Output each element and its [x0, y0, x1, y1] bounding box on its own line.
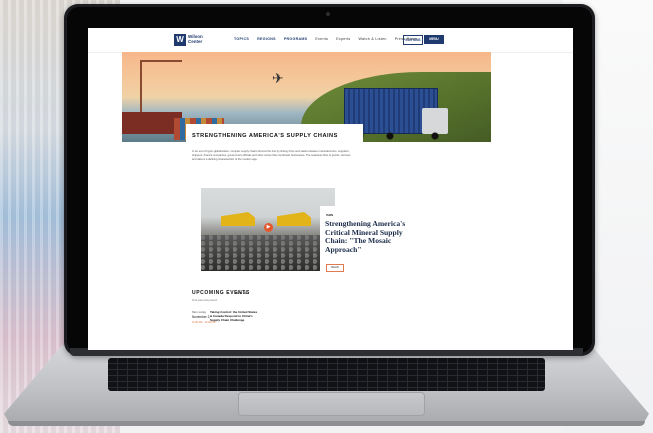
nav-topics[interactable]: TOPICS: [234, 37, 249, 41]
nav-events[interactable]: Events: [315, 37, 328, 41]
laptop-keyboard: [108, 358, 545, 391]
event-title-link[interactable]: Taking Control: the United States & Cana…: [210, 310, 260, 323]
truck-cab: [422, 108, 448, 134]
view-all-link[interactable]: View All: [235, 291, 247, 295]
browser-screen: W Wilson Center TOPICS REGIONS PROGRAMS …: [88, 28, 573, 350]
menu-button[interactable]: MENU: [424, 35, 444, 44]
mining-truck: [277, 212, 311, 226]
event-date-line2: November 2,: [192, 315, 211, 319]
airplane-icon: ✈: [272, 70, 284, 86]
laptop-trackpad: [238, 392, 425, 416]
nav-experts[interactable]: Experts: [336, 37, 350, 41]
camera-icon: [326, 12, 330, 16]
read-button[interactable]: READ: [326, 264, 344, 272]
nav-programs[interactable]: PROGRAMS: [284, 37, 308, 41]
nav-watch-listen[interactable]: Watch & Listen: [358, 37, 386, 41]
event-date-line1: Mon today: [192, 310, 207, 314]
feature-image[interactable]: ▶: [201, 188, 335, 271]
feature-title[interactable]: Strengthening America's Critical Mineral…: [325, 219, 420, 254]
nav-regions[interactable]: REGIONS: [257, 37, 276, 41]
play-icon[interactable]: ▶: [264, 223, 273, 232]
events-subheading: Find past and present: [192, 299, 218, 302]
cargo-ship: [122, 112, 182, 134]
site-logo-text[interactable]: Wilson Center: [188, 34, 218, 44]
wilson-logo-icon[interactable]: W: [174, 34, 186, 46]
port-cranes: [140, 60, 182, 116]
page-intro: In an era of hyper-globalization, comple…: [192, 150, 351, 161]
truck-wheels: [350, 132, 450, 140]
page-title: STRENGTHENING AMERICA'S SUPPLY CHAINS: [192, 133, 338, 139]
editions-button[interactable]: EDITIONS: [403, 35, 423, 45]
main-nav: TOPICS REGIONS PROGRAMS Events Experts W…: [234, 37, 418, 41]
laptop-front-edge: [8, 421, 645, 426]
mining-truck: [221, 212, 255, 226]
rock-pile: [201, 235, 335, 271]
site-header: W Wilson Center TOPICS REGIONS PROGRAMS …: [88, 28, 573, 53]
feature-tag: ISBN: [326, 213, 334, 217]
